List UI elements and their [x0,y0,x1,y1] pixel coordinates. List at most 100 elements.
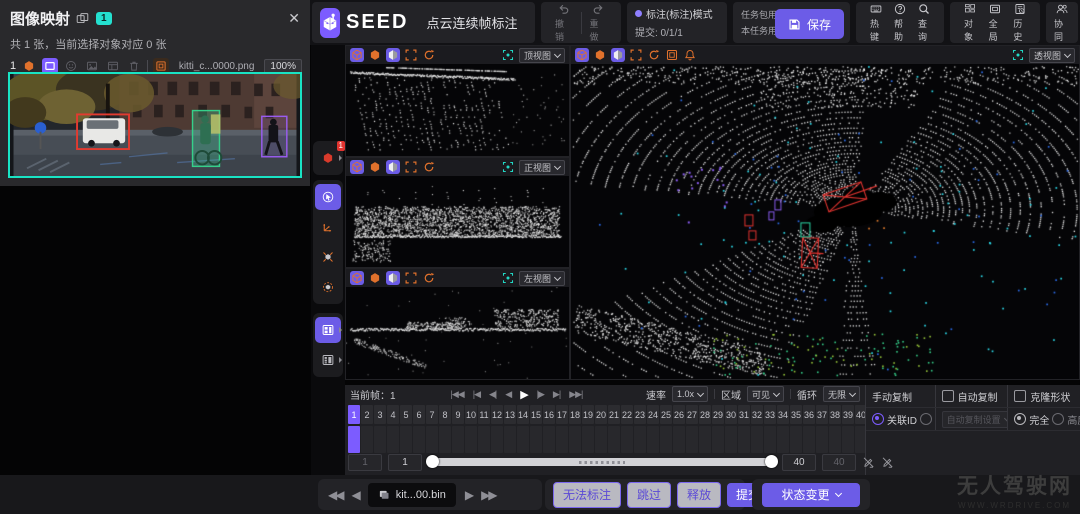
focus-icon[interactable] [501,48,515,62]
cannot-annotate-button[interactable]: 无法标注 [553,482,621,508]
radio-icon[interactable] [1014,413,1026,425]
frame-cell[interactable]: 4 [387,405,399,424]
frame-track-cell[interactable] [491,426,503,453]
rotate-icon[interactable] [647,48,661,62]
frame-range-slider[interactable] [428,458,776,466]
expand-icon[interactable] [404,160,418,174]
frame-track-cell[interactable] [400,426,412,453]
cube-wire-icon[interactable] [350,271,364,285]
next-file-button[interactable]: ▶ [465,488,472,502]
frame-cell[interactable]: 18 [569,405,581,424]
playback-play-button[interactable]: ▶ [520,388,527,401]
rate-select[interactable]: 1.0x [672,386,708,402]
range-start-min[interactable]: 1 [348,454,382,471]
layout-split-button[interactable] [315,317,341,343]
frame-track-cell[interactable] [361,426,373,453]
last-file-button[interactable]: ▶▶ [481,488,495,502]
checkbox-icon[interactable] [942,390,954,402]
frame-track-cell[interactable] [374,426,386,453]
screen-icon[interactable] [665,48,679,62]
frame-track-cell[interactable] [738,426,750,453]
cube-solid-icon[interactable] [368,271,382,285]
frame-track-cell[interactable] [504,426,516,453]
frame-cell[interactable]: 10 [465,405,477,424]
scale-tool[interactable] [315,244,341,270]
cube-wire-icon[interactable] [350,48,364,62]
cube-shaded-icon[interactable] [611,48,625,62]
frame-track-cell[interactable] [686,426,698,453]
frame-track-cell[interactable] [790,426,802,453]
collaborate-button[interactable]: 协同 [1048,3,1076,43]
frame-cell[interactable]: 22 [621,405,633,424]
range-end-input[interactable]: 40 [782,454,816,471]
radio-icon[interactable] [1052,413,1064,425]
expand-icon[interactable] [404,271,418,285]
frame-track-cell[interactable] [413,426,425,453]
frame-cell[interactable]: 23 [634,405,646,424]
view-selector[interactable]: 顶视图 [519,48,565,63]
frame-cell[interactable]: 32 [751,405,763,424]
hotkey-button[interactable]: 热键 [864,3,888,43]
frame-cell[interactable]: 14 [517,405,529,424]
height-option[interactable]: 高度 [1067,412,1080,427]
cube-solid-icon[interactable] [368,160,382,174]
cube-shaded-icon[interactable] [386,271,400,285]
frame-cell[interactable]: 34 [777,405,789,424]
frame-cell[interactable]: 28 [699,405,711,424]
playback-step-button[interactable]: |◀◀ [451,389,464,400]
history-button[interactable]: 历史 [1007,3,1032,43]
frame-cell[interactable]: 9 [452,405,464,424]
file-chip[interactable]: kit...00.bin [368,483,456,507]
frame-track-cell[interactable] [764,426,776,453]
frame-cell[interactable]: 12 [491,405,503,424]
frame-cell[interactable]: 19 [582,405,594,424]
frame-track-cell[interactable] [725,426,737,453]
first-file-button[interactable]: ◀◀ [328,488,342,502]
help-button[interactable]: 帮助 [888,3,912,43]
focus-icon[interactable] [501,160,515,174]
frame-cell[interactable]: 17 [556,405,568,424]
assoc-id-option[interactable]: 关联ID [887,412,917,427]
frame-cell[interactable]: 20 [595,405,607,424]
playback-step-button[interactable]: |◀ [473,389,480,400]
frame-cell[interactable]: 13 [504,405,516,424]
cube-solid-icon[interactable] [368,48,382,62]
frame-track-cell[interactable] [426,426,438,453]
frame-cell[interactable]: 6 [413,405,425,424]
cube-object-tool[interactable]: 1 [315,145,341,171]
frame-cell[interactable]: 25 [660,405,672,424]
frame-track-cell[interactable] [660,426,672,453]
frame-cell[interactable]: 5 [400,405,412,424]
edit-disabled-icon[interactable] [881,456,894,469]
frame-track-cell[interactable] [582,426,594,453]
frame-track-cell[interactable] [556,426,568,453]
loop-select[interactable]: 无限 [823,386,860,402]
radio-icon[interactable] [872,413,884,425]
frame-cell[interactable]: 33 [764,405,776,424]
frame-cell[interactable]: 2 [361,405,373,424]
frame-cell[interactable]: 8 [439,405,451,424]
frame-track-cell[interactable] [608,426,620,453]
skip-button[interactable]: 跳过 [627,482,671,508]
view-selector[interactable]: 左视图 [519,271,565,286]
object-button[interactable]: 对象 [958,3,983,43]
pointcloud-main-view[interactable] [571,64,1079,379]
frame-track-cell[interactable] [595,426,607,453]
rotate-icon[interactable] [422,271,436,285]
frame-cell[interactable]: 35 [790,405,802,424]
redo-button[interactable]: 重做 [583,3,613,43]
cube-shaded-icon[interactable] [386,48,400,62]
frame-track-cell[interactable] [517,426,529,453]
checkbox-icon[interactable] [1014,390,1026,402]
frame-cell[interactable]: 7 [426,405,438,424]
focus-icon[interactable] [1011,48,1025,62]
close-icon[interactable]: ✕ [288,10,300,27]
frame-track-cell[interactable] [452,426,464,453]
edit-disabled-icon[interactable] [862,456,875,469]
frame-track-cell[interactable] [842,426,854,453]
rotate-tool[interactable] [315,274,341,300]
expand-icon[interactable] [629,48,643,62]
frame-track-cell[interactable] [712,426,724,453]
frame-track-cell[interactable] [478,426,490,453]
view-selector[interactable]: 正视图 [519,160,565,175]
